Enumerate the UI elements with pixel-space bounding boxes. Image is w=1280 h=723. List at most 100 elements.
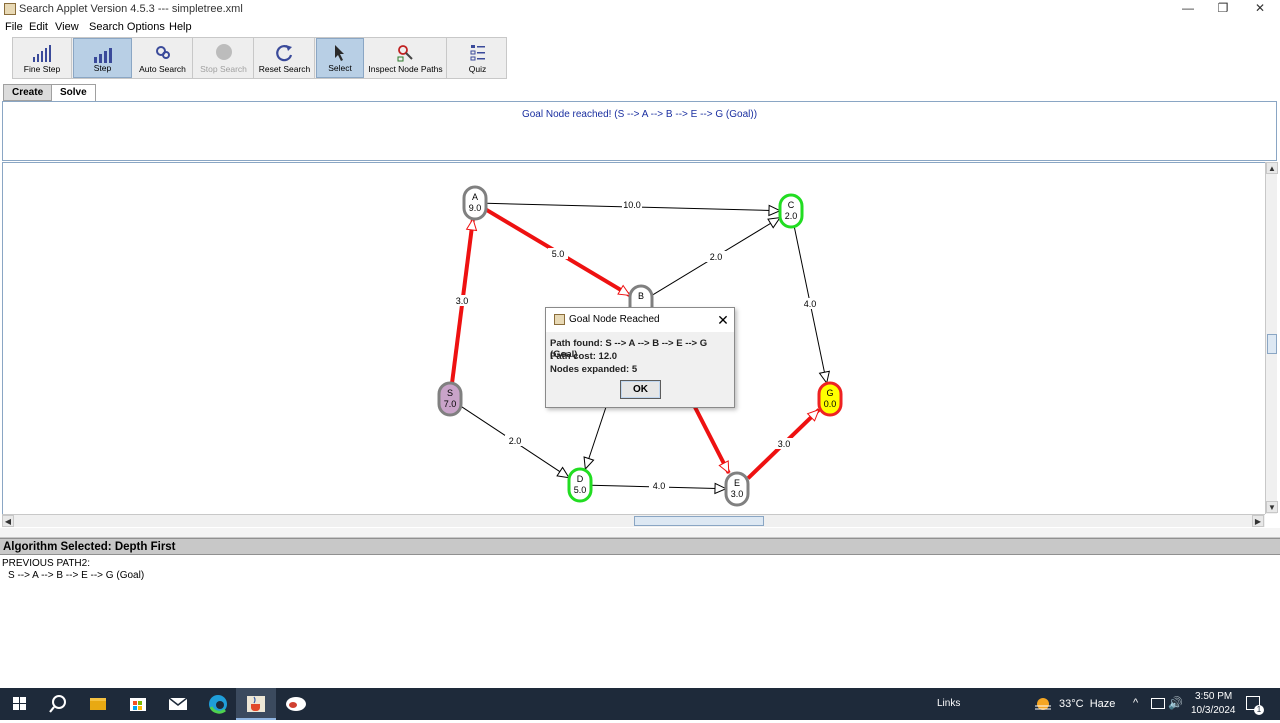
select-label: Select [328, 63, 352, 73]
reset-search-label: Reset Search [258, 64, 311, 74]
maximize-button[interactable]: ❐ [1203, 0, 1243, 19]
stop-search-button[interactable]: Stop Search [194, 38, 254, 78]
algorithm-selected-label: Algorithm Selected: Depth First [3, 541, 176, 553]
status-message: Goal Node reached! (S --> A --> B --> E … [521, 109, 758, 120]
scroll-down-arrow[interactable]: ▼ [1266, 501, 1278, 513]
menu-edit[interactable]: Edit [29, 21, 48, 33]
windows-logo-icon [13, 697, 26, 710]
network-icon[interactable] [1151, 698, 1165, 709]
dialog-title-bar: Goal Node Reached ✕ [546, 308, 734, 332]
cloud-app-icon [286, 697, 306, 711]
node-label-b: B [638, 291, 644, 301]
java-cup-icon [247, 696, 265, 712]
horizontal-scroll-thumb[interactable] [634, 516, 764, 526]
menu-view[interactable]: View [55, 21, 79, 33]
edge-arrowhead-d-e [714, 482, 728, 495]
fine-step-icon [33, 45, 51, 62]
edge-arrowhead-s-a [465, 217, 478, 232]
node-label-e: E [734, 478, 740, 488]
windows-taskbar: Links 33°C Haze ^ 🔊 3:50 PM 10/3/2024 1 [0, 688, 1280, 720]
toolbar: Fine Step Step Auto Search Stop Search R… [12, 37, 507, 79]
stop-search-label: Stop Search [200, 64, 247, 74]
node-heuristic-d: 5.0 [574, 485, 587, 495]
dialog-title: Goal Node Reached [569, 314, 660, 325]
edge-taskbar-button[interactable] [198, 688, 238, 720]
java-applet-taskbar-button[interactable] [236, 688, 276, 720]
close-window-button[interactable]: ✕ [1240, 0, 1280, 19]
step-button[interactable]: Step [73, 38, 132, 78]
window-title: Search Applet Version 4.5.3 --- simpletr… [19, 3, 243, 15]
edge-cost-b-c: 2.0 [710, 252, 723, 262]
java-app-icon [4, 3, 16, 15]
clock-time[interactable]: 3:50 PM [1195, 691, 1232, 702]
fine-step-label: Fine Step [23, 64, 61, 74]
node-heuristic-g: 0.0 [824, 399, 837, 409]
select-button[interactable]: Select [316, 38, 364, 78]
file-explorer-taskbar-button[interactable] [78, 688, 118, 720]
volume-icon[interactable]: 🔊 [1168, 696, 1183, 710]
algorithm-header: Algorithm Selected: Depth First [0, 538, 1280, 555]
store-icon [130, 698, 146, 711]
menu-search-options[interactable]: Search Options [89, 21, 165, 33]
weather-widget[interactable]: 33°C Haze [1059, 698, 1115, 710]
inspect-node-paths-button[interactable]: Inspect Node Paths [365, 38, 447, 78]
folder-icon [90, 698, 106, 710]
notification-badge: 1 [1254, 705, 1264, 715]
scroll-left-arrow[interactable]: ◀ [2, 515, 14, 527]
node-heuristic-c: 2.0 [785, 211, 798, 221]
links-toolbar[interactable]: Links [937, 698, 960, 709]
reset-search-button[interactable]: Reset Search [255, 38, 315, 78]
edge-arrowhead-s-d [556, 466, 571, 479]
node-heuristic-e: 3.0 [731, 489, 744, 499]
dialog-close-button[interactable]: ✕ [714, 311, 732, 329]
edge-arrowhead-b-d [583, 456, 595, 471]
sun-haze-icon [1034, 696, 1052, 712]
tab-solve[interactable]: Solve [51, 84, 96, 101]
ok-button[interactable]: OK [620, 380, 661, 399]
select-cursor-icon [335, 45, 344, 61]
scroll-right-arrow[interactable]: ▶ [1252, 515, 1264, 527]
edge-arrowhead-b-e [718, 460, 730, 475]
window-title-bar: Search Applet Version 4.5.3 --- simpletr… [0, 0, 1280, 19]
message-panel: Goal Node reached! (S --> A --> B --> E … [2, 101, 1277, 161]
node-heuristic-s: 7.0 [444, 399, 457, 409]
goal-reached-dialog: Goal Node Reached ✕ Path found: S --> A … [545, 307, 735, 408]
quiz-icon [470, 45, 485, 61]
edge-arrowhead-a-c [768, 204, 782, 217]
store-taskbar-button[interactable] [118, 688, 158, 720]
auto-search-button[interactable]: Auto Search [133, 38, 193, 78]
dialog-nodes-expanded: Nodes expanded: 5 [550, 364, 638, 375]
mail-taskbar-button[interactable] [158, 688, 198, 720]
search-icon [49, 695, 66, 713]
menu-file[interactable]: File [5, 21, 23, 33]
quiz-label: Quiz [468, 64, 487, 74]
clock-date[interactable]: 10/3/2024 [1191, 705, 1236, 716]
quiz-button[interactable]: Quiz [448, 38, 507, 78]
edge-cost-a-b: 5.0 [552, 249, 565, 259]
tab-create[interactable]: Create [3, 84, 53, 101]
show-hidden-icons-chevron[interactable]: ^ [1133, 697, 1138, 709]
dialog-path-cost: Path cost: 12.0 [550, 351, 618, 362]
vertical-scroll-thumb[interactable] [1267, 334, 1277, 354]
fine-step-button[interactable]: Fine Step [13, 38, 72, 78]
step-icon [93, 48, 112, 63]
inspect-paths-icon [397, 45, 413, 62]
edge-cost-d-e: 4.0 [653, 481, 666, 491]
horizontal-scrollbar[interactable]: ◀ ▶ [2, 514, 1265, 527]
output-line-header: PREVIOUS PATH2: [2, 558, 90, 569]
node-heuristic-a: 9.0 [469, 203, 482, 213]
inspect-node-paths-label: Inspect Node Paths [368, 64, 443, 74]
edge-cost-e-g: 3.0 [778, 439, 791, 449]
minimize-button[interactable]: — [1168, 0, 1208, 19]
vertical-scrollbar[interactable]: ▲ ▼ [1265, 162, 1278, 514]
node-label-g: G [826, 388, 833, 398]
start-button[interactable] [0, 688, 40, 720]
output-text-area[interactable]: PREVIOUS PATH2: S --> A --> B --> E --> … [0, 556, 1280, 686]
auto-search-label: Auto Search [139, 64, 186, 74]
edge-cost-s-a: 3.0 [456, 296, 469, 306]
panel-splitter[interactable] [0, 528, 1280, 538]
scroll-up-arrow[interactable]: ▲ [1266, 162, 1278, 174]
cloud-app-taskbar-button[interactable] [276, 688, 316, 720]
menu-help[interactable]: Help [169, 21, 192, 33]
search-taskbar-button[interactable] [38, 688, 78, 720]
